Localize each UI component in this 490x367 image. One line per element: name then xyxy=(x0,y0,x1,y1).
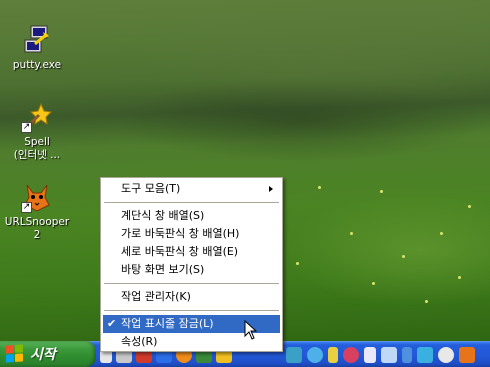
document-icon[interactable] xyxy=(364,347,376,363)
menu-item-toolbars[interactable]: 도구 모음(T) xyxy=(103,180,280,198)
urlsnooper-icon: ↗ xyxy=(21,181,53,213)
menu-item-label: 작업 표시줄 잠금(L) xyxy=(121,317,214,330)
shortcut-arrow-icon: ↗ xyxy=(21,122,32,133)
desktop-icon-label: Spell xyxy=(24,136,50,148)
fox-icon[interactable] xyxy=(459,347,475,363)
menu-item-tile-horizontal[interactable]: 가로 바둑판식 창 배열(H) xyxy=(103,225,280,243)
desktop-icon-putty[interactable]: putty.exe xyxy=(1,24,73,72)
menu-item-task-manager[interactable]: 작업 관리자(K) xyxy=(103,288,280,306)
shortcut-arrow-icon: ↗ xyxy=(21,202,32,213)
menu-item-label: 속성(R) xyxy=(121,335,158,348)
refresh-icon[interactable] xyxy=(307,347,323,363)
menu-separator xyxy=(104,202,279,203)
menu-item-label: 작업 관리자(K) xyxy=(121,290,191,303)
desktop-icon-urlsnooper[interactable]: ↗ URLSnooper 2 xyxy=(1,181,73,242)
putty-icon xyxy=(21,24,53,56)
desktop-icon-label: 2 xyxy=(33,229,41,241)
menu-separator xyxy=(104,283,279,284)
spell-icon: ↗ xyxy=(21,101,53,133)
menu-item-label: 가로 바둑판식 창 배열(H) xyxy=(121,227,240,240)
menu-item-label: 바탕 화면 보기(S) xyxy=(121,263,205,276)
desktop-icon-label: (인터넷 ... xyxy=(13,149,61,161)
app-icon[interactable] xyxy=(417,347,433,363)
menu-item-label: 계단식 창 배열(S) xyxy=(121,209,205,222)
globe-icon[interactable] xyxy=(438,347,454,363)
menu-item-label: 도구 모음(T) xyxy=(121,182,181,195)
quick-launch-right xyxy=(286,345,475,365)
submenu-arrow-icon xyxy=(269,186,273,192)
camera-icon[interactable] xyxy=(286,347,302,363)
menu-item-tile-vertical[interactable]: 세로 바둑판식 창 배열(E) xyxy=(103,243,280,261)
menu-item-show-desktop[interactable]: 바탕 화면 보기(S) xyxy=(103,261,280,279)
check-icon: ✔ xyxy=(107,317,117,330)
notepad-icon[interactable] xyxy=(381,347,397,363)
wand-icon[interactable] xyxy=(328,347,338,363)
start-label: 시작 xyxy=(30,347,56,363)
feather-icon[interactable] xyxy=(402,347,412,363)
mouse-cursor-icon xyxy=(244,319,258,343)
start-button[interactable]: 시작 xyxy=(0,341,96,367)
paint-icon[interactable] xyxy=(343,347,359,363)
menu-item-cascade[interactable]: 계단식 창 배열(S) xyxy=(103,207,280,225)
windows-logo-icon xyxy=(6,344,24,363)
menu-separator xyxy=(104,310,279,311)
desktop-icon-label: URLSnooper xyxy=(4,216,70,228)
desktop-icon-label: putty.exe xyxy=(12,59,62,71)
menu-item-label: 세로 바둑판식 창 배열(E) xyxy=(121,245,239,258)
desktop-icon-spell[interactable]: ↗ Spell (인터넷 ... xyxy=(1,101,73,162)
